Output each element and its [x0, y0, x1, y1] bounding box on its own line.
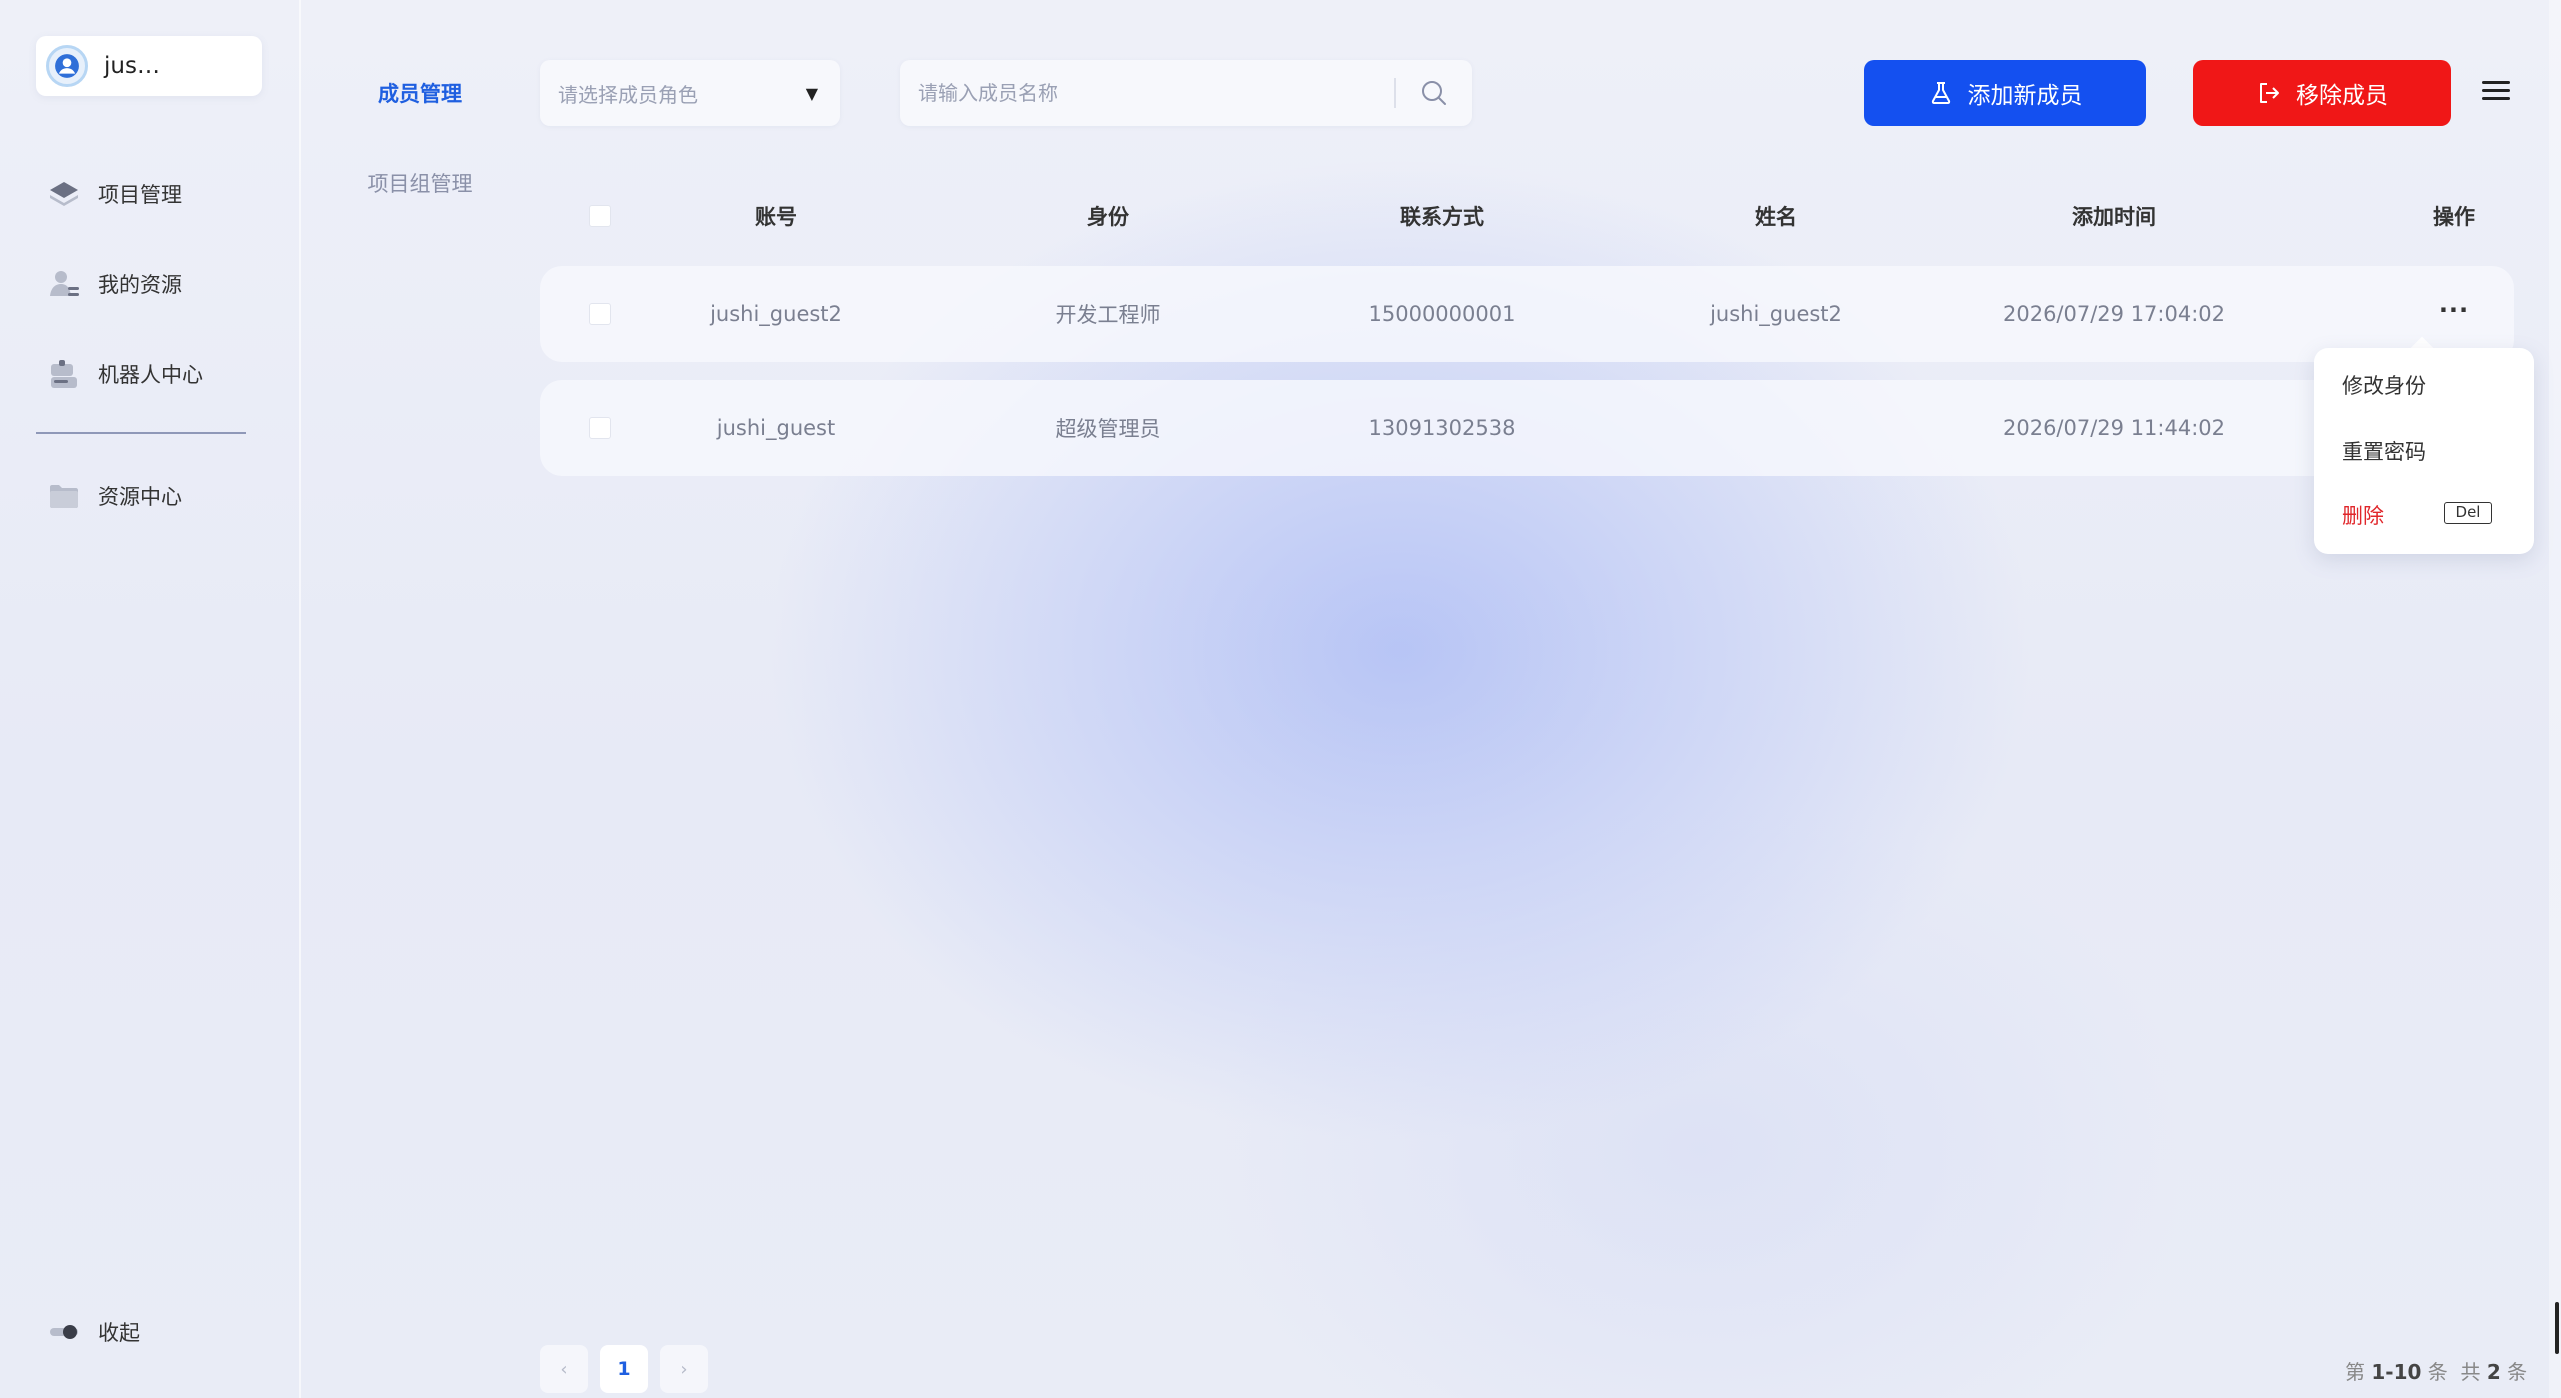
select-all-checkbox[interactable]	[589, 205, 611, 227]
pagination-total: 2	[2486, 1360, 2501, 1384]
column-header-role[interactable]: 身份	[992, 190, 1224, 242]
pagination-range: 1-10	[2371, 1360, 2422, 1384]
column-header-account[interactable]: 账号	[660, 190, 892, 242]
row-actions-dropdown: 修改身份 重置密码 删除 Del	[2314, 348, 2534, 554]
pagination-mid: 条 共	[2427, 1360, 2481, 1384]
sidebar: jus… 项目管理 我的资源 机器人中心 资源中心 收起	[0, 0, 300, 1398]
cell-phone: 13091302538	[1368, 416, 1516, 440]
column-header-name[interactable]: 姓名	[1660, 190, 1892, 242]
chevron-left-icon: ‹	[560, 1358, 568, 1380]
flask-icon	[1931, 82, 1950, 104]
app-root: jus… 项目管理 我的资源 机器人中心 资源中心 收起 成员管理 项目组管理 …	[0, 0, 2561, 1398]
column-header-phone[interactable]: 联系方式	[1326, 190, 1558, 242]
remove-member-button[interactable]: 移除成员	[2193, 60, 2451, 126]
add-member-button[interactable]: 添加新成员	[1864, 60, 2146, 126]
reset-password-menu-item[interactable]: 重置密码	[2342, 436, 2426, 466]
sidebar-item-label: 机器人中心	[98, 363, 203, 387]
sidebar-item-robot-center[interactable]: 机器人中心	[46, 350, 266, 398]
subnav-project-group-management[interactable]: 项目组管理	[355, 168, 485, 198]
delete-shortcut-badge: Del	[2444, 502, 2492, 524]
cell-time: 2026/07/29 11:44:02	[2002, 416, 2226, 440]
sidebar-divider	[36, 432, 246, 434]
collapse-button[interactable]: 收起	[46, 1308, 266, 1356]
remove-member-label: 移除成员	[2296, 83, 2388, 109]
sidebar-item-my-resources[interactable]: 我的资源	[46, 260, 266, 308]
person-icon	[46, 266, 82, 302]
sidebar-item-label: 我的资源	[98, 273, 182, 297]
cell-name: jushi_guest2	[1710, 302, 1842, 326]
table-row[interactable]: jushi_guest 超级管理员 13091302538 2026/07/29…	[540, 380, 2514, 476]
cell-phone: 15000000001	[1368, 302, 1516, 326]
sidebar-border	[299, 0, 301, 1398]
search-icon[interactable]	[1396, 60, 1472, 126]
row-checkbox-cell	[540, 266, 660, 362]
cell-account: jushi_guest2	[710, 302, 842, 326]
row-checkbox[interactable]	[589, 303, 611, 325]
chevron-down-icon: ▼	[805, 83, 818, 103]
cell-role: 开发工程师	[1055, 303, 1161, 327]
hamburger-menu-icon[interactable]	[2478, 76, 2518, 110]
cell-account: jushi_guest	[716, 416, 836, 440]
pagination-suffix: 条	[2507, 1360, 2528, 1384]
avatar	[46, 45, 88, 87]
cell-role: 超级管理员	[1055, 417, 1161, 441]
user-name: jus…	[104, 53, 160, 79]
role-select-placeholder: 请选择成员角色	[558, 82, 698, 107]
table-header: 账号 身份 联系方式 姓名 添加时间 操作	[540, 190, 2516, 242]
cell-time: 2026/07/29 17:04:02	[2002, 302, 2226, 326]
select-all-cell	[540, 190, 660, 242]
table-row[interactable]: jushi_guest2 开发工程师 15000000001 jushi_gue…	[540, 266, 2514, 362]
column-header-time[interactable]: 添加时间	[1994, 190, 2234, 242]
scrollbar-thumb[interactable]	[2555, 1302, 2559, 1354]
toggle-icon	[46, 1314, 82, 1350]
folder-icon	[46, 478, 82, 514]
pagination-prefix: 第	[2345, 1360, 2365, 1384]
subnav-member-management[interactable]: 成员管理	[355, 78, 485, 108]
layers-icon	[46, 176, 82, 212]
next-page-button[interactable]: ›	[660, 1345, 708, 1393]
page-1-button[interactable]: 1	[600, 1345, 648, 1393]
more-actions-button[interactable]: ···	[2439, 296, 2469, 324]
edit-role-menu-item[interactable]: 修改身份	[2342, 370, 2426, 400]
user-avatar-icon	[55, 54, 79, 78]
sidebar-item-label: 项目管理	[98, 183, 182, 207]
sidebar-item-projects[interactable]: 项目管理	[46, 170, 266, 218]
column-header-actions: 操作	[2433, 205, 2475, 229]
pagination-info: 第 1-10 条 共 2 条	[2345, 1356, 2527, 1385]
chevron-right-icon: ›	[680, 1358, 688, 1380]
logout-icon	[2260, 83, 2279, 103]
prev-page-button[interactable]: ‹	[540, 1345, 588, 1393]
search-input[interactable]	[900, 59, 1394, 127]
role-select[interactable]: 请选择成员角色 ▼	[540, 60, 840, 126]
row-checkbox[interactable]	[589, 417, 611, 439]
search-box	[900, 59, 1472, 127]
cell-name	[1660, 380, 1892, 476]
robot-icon	[46, 356, 82, 392]
sidebar-item-resource-center[interactable]: 资源中心	[46, 472, 266, 520]
scrollbar-track[interactable]	[2549, 0, 2561, 1398]
add-member-label: 添加新成员	[1967, 83, 2083, 109]
user-card[interactable]: jus…	[36, 36, 262, 96]
sidebar-item-label: 资源中心	[98, 485, 182, 509]
collapse-label: 收起	[98, 1321, 140, 1345]
row-checkbox-cell	[540, 380, 660, 476]
delete-menu-item[interactable]: 删除	[2342, 500, 2384, 530]
